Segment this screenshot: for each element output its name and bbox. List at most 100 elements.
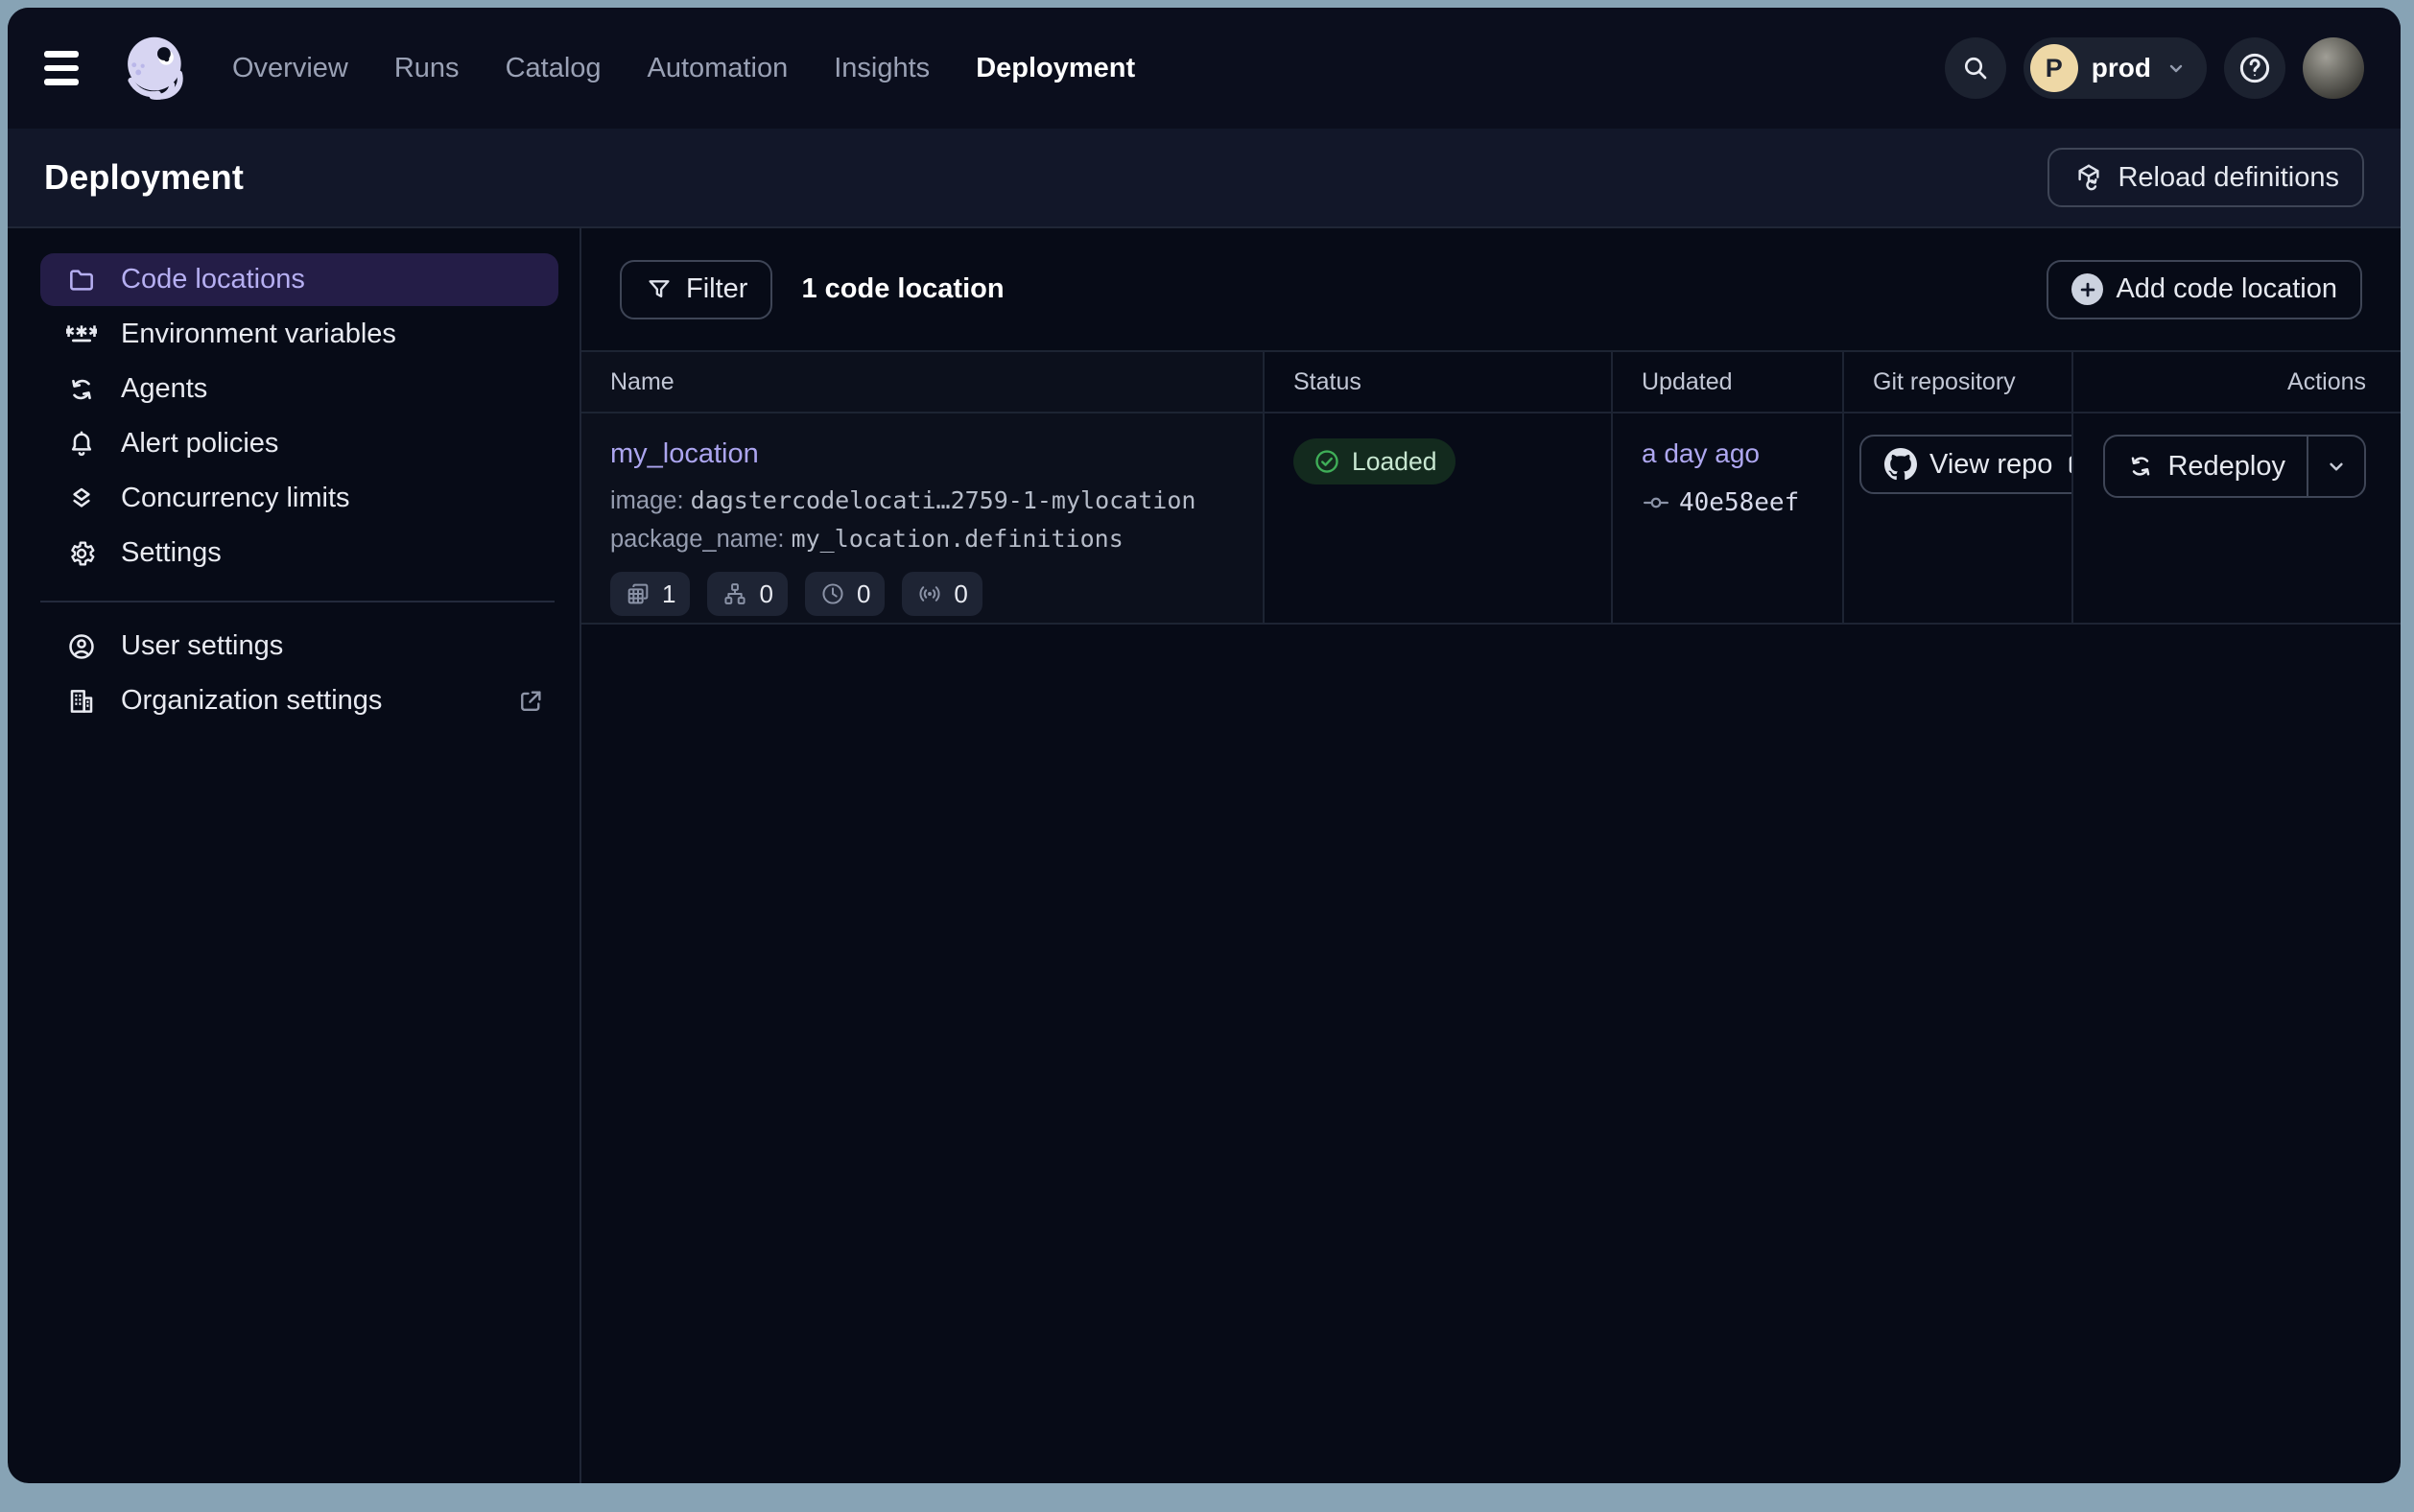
external-link-icon	[516, 687, 545, 716]
definition-count-badges: 1 0	[610, 572, 1263, 616]
sensors-count-badge: 0	[902, 572, 982, 616]
column-header-updated: Updated	[1613, 352, 1844, 412]
reload-definitions-label: Reload definitions	[2118, 162, 2339, 194]
image-value: dagstercodelocati…2759-1-mylocation	[691, 486, 1196, 514]
redeploy-split-button: Redeploy	[2103, 435, 2366, 498]
reload-cube-icon	[2072, 161, 2105, 194]
sync-icon	[2126, 452, 2155, 481]
code-locations-toolbar: Filter 1 code location Add code location	[581, 228, 2401, 350]
view-repo-button[interactable]: View repo	[1859, 435, 2073, 494]
search-button[interactable]	[1945, 37, 2006, 99]
status-badge: Loaded	[1293, 438, 1456, 484]
updated-time-link[interactable]: a day ago	[1642, 438, 1760, 469]
redeploy-more-button[interactable]	[2308, 437, 2364, 496]
column-header-actions: Actions	[2073, 352, 2401, 412]
help-button[interactable]	[2224, 37, 2285, 99]
sidebar-item-concurrency-limits[interactable]: Concurrency limits	[40, 472, 558, 525]
page-header: Deployment Reload definitions	[8, 129, 2401, 228]
schedules-count: 0	[857, 579, 870, 609]
sidebar-item-label: Environment variables	[121, 319, 396, 350]
add-code-location-button[interactable]: Add code location	[2047, 260, 2362, 319]
chevron-down-icon	[2324, 454, 2349, 479]
nav-catalog[interactable]: Catalog	[506, 53, 602, 84]
user-circle-icon	[65, 631, 98, 662]
code-location-name-link[interactable]: my_location	[610, 438, 759, 470]
deployment-switcher[interactable]: P prod	[2024, 37, 2207, 99]
nav-deployment[interactable]: Deployment	[976, 53, 1135, 84]
top-nav-bar: Overview Runs Catalog Automation Insight…	[8, 8, 2401, 129]
empty-content-area	[581, 625, 2401, 1483]
nav-runs[interactable]: Runs	[394, 53, 460, 84]
sidebar-item-agents[interactable]: Agents	[40, 363, 558, 415]
column-header-status: Status	[1265, 352, 1613, 412]
nav-overview[interactable]: Overview	[232, 53, 348, 84]
jobs-count-badge: 0	[707, 572, 787, 616]
svg-text:✱✱✱: ✱✱✱	[66, 322, 97, 341]
dagster-logo[interactable]	[117, 30, 194, 106]
commit-line: 40e58eef	[1642, 488, 1842, 517]
topbar-right-controls: P prod	[1945, 37, 2364, 99]
status-cell: Loaded	[1265, 413, 1613, 623]
env-vars-icon: ✱✱✱	[65, 319, 98, 350]
sidebar-item-label: Alert policies	[121, 428, 278, 460]
nav-insights[interactable]: Insights	[834, 53, 930, 84]
assets-grid-icon	[625, 580, 651, 607]
sensors-count: 0	[954, 579, 967, 609]
chevron-down-icon	[2165, 57, 2188, 80]
gear-icon	[65, 538, 98, 569]
deployment-name: prod	[2092, 53, 2151, 83]
add-code-location-label: Add code location	[2116, 273, 2337, 305]
hamburger-menu-icon[interactable]	[44, 51, 88, 85]
sync-icon	[65, 374, 98, 405]
column-header-name: Name	[581, 352, 1265, 412]
package-label: package_name:	[610, 526, 784, 553]
code-location-count: 1 code location	[801, 273, 1004, 305]
sidebar-item-label: User settings	[121, 630, 283, 662]
sidebar-item-label: Organization settings	[121, 685, 382, 717]
jobs-count: 0	[759, 579, 772, 609]
plus-circle-icon	[2071, 273, 2103, 305]
primary-nav: Overview Runs Catalog Automation Insight…	[232, 53, 1135, 84]
nav-automation[interactable]: Automation	[648, 53, 789, 84]
help-icon	[2236, 50, 2273, 86]
status-label: Loaded	[1352, 447, 1436, 477]
sidebar-item-alert-policies[interactable]: Alert policies	[40, 417, 558, 470]
search-icon	[1960, 53, 1991, 83]
assets-count-badge: 1	[610, 572, 690, 616]
updated-cell: a day ago 40e58eef	[1613, 413, 1844, 623]
filter-label: Filter	[686, 273, 747, 305]
funnel-icon	[645, 275, 674, 304]
assets-count: 1	[662, 579, 675, 609]
filter-button[interactable]: Filter	[620, 260, 772, 319]
redeploy-label: Redeploy	[2167, 451, 2285, 483]
package-value: my_location.definitions	[792, 525, 1124, 553]
commit-hash: 40e58eef	[1679, 488, 1799, 517]
column-header-git-repository: Git repository	[1844, 352, 2073, 412]
git-repository-cell: View repo	[1844, 413, 2073, 623]
deployment-initial-badge: P	[2030, 44, 2078, 92]
git-commit-icon	[1642, 488, 1670, 517]
redeploy-button[interactable]: Redeploy	[2105, 437, 2307, 496]
view-repo-label: View repo	[1929, 449, 2052, 481]
sidebar-item-organization-settings[interactable]: Organization settings	[40, 674, 558, 727]
sensor-signal-icon	[916, 580, 943, 607]
sidebar-item-settings[interactable]: Settings	[40, 527, 558, 579]
github-icon	[1884, 448, 1917, 481]
image-meta-line: image: dagstercodelocati…2759-1-mylocati…	[610, 482, 1263, 520]
reload-definitions-button[interactable]: Reload definitions	[2047, 148, 2364, 207]
job-graph-icon	[722, 580, 748, 607]
sidebar-item-environment-variables[interactable]: ✱✱✱ Environment variables	[40, 308, 558, 361]
sidebar-item-code-locations[interactable]: Code locations	[40, 253, 558, 306]
sidebar-item-label: Settings	[121, 537, 222, 569]
deployment-sidebar: Code locations ✱✱✱ Environment variables	[8, 228, 581, 1483]
user-avatar[interactable]	[2303, 37, 2364, 99]
check-circle-icon	[1313, 447, 1341, 476]
external-link-icon	[2065, 451, 2073, 478]
sidebar-divider	[40, 601, 555, 602]
main-content: Filter 1 code location Add code location…	[581, 228, 2401, 1483]
image-label: image:	[610, 487, 684, 514]
sidebar-item-label: Agents	[121, 373, 207, 405]
sidebar-item-user-settings[interactable]: User settings	[40, 620, 558, 673]
building-icon	[65, 686, 98, 717]
bell-icon	[65, 429, 98, 460]
